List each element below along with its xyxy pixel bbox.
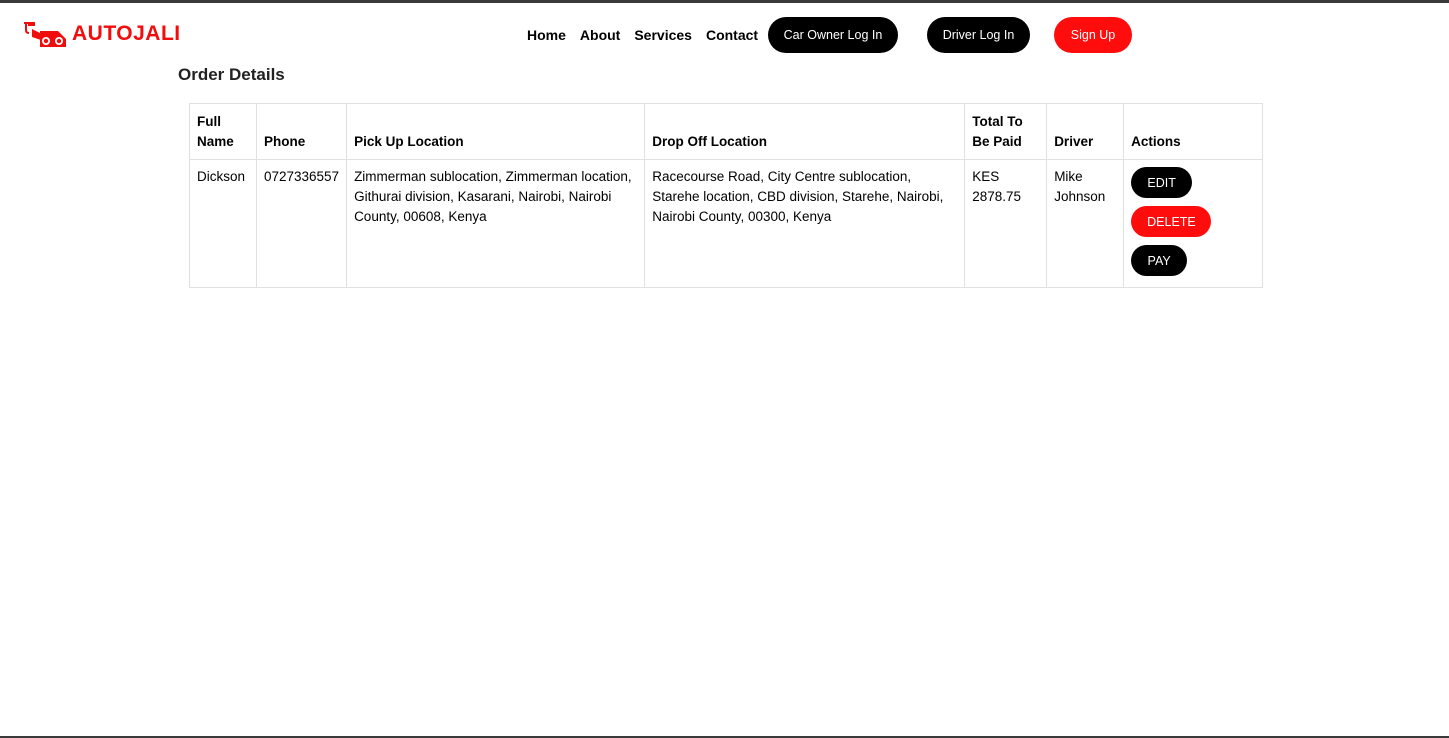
brand-name: AUTOJALI xyxy=(72,22,181,45)
cell-actions: EDIT DELETE PAY xyxy=(1123,159,1263,288)
main-nav: Home About Services Contact xyxy=(527,27,758,43)
delete-button[interactable]: DELETE xyxy=(1131,206,1212,237)
nav-contact[interactable]: Contact xyxy=(706,27,758,43)
header-phone: Phone xyxy=(255,103,348,160)
driver-login-button[interactable]: Driver Log In xyxy=(927,17,1030,53)
table-header-row: Full Name Phone Pick Up Location Drop Of… xyxy=(189,103,1263,160)
cell-total: KES 2878.75 xyxy=(964,159,1048,288)
header-full-name: Full Name xyxy=(189,103,257,160)
brand-logo[interactable]: AUTOJALI xyxy=(22,19,181,49)
table-row: Dickson 0727336557 Zimmerman sublocation… xyxy=(189,159,1263,288)
car-owner-login-button[interactable]: Car Owner Log In xyxy=(768,17,898,53)
header-driver: Driver xyxy=(1046,103,1125,160)
cell-dropoff-location: Racecourse Road, City Centre sublocation… xyxy=(644,159,966,288)
cell-phone: 0727336557 xyxy=(255,159,348,288)
page: AUTOJALI Home About Services Contact Car… xyxy=(0,0,1449,738)
tow-truck-icon xyxy=(22,19,68,49)
cell-driver: Mike Johnson xyxy=(1046,159,1125,288)
row-actions: EDIT DELETE PAY xyxy=(1131,167,1255,280)
header-actions: Actions xyxy=(1123,103,1263,160)
cell-pickup-location: Zimmerman sublocation, Zimmerman locatio… xyxy=(346,159,646,288)
header-total: Total To Be Paid xyxy=(964,103,1048,160)
cell-full-name: Dickson xyxy=(189,159,257,288)
edit-button[interactable]: EDIT xyxy=(1131,167,1193,198)
orders-table: Full Name Phone Pick Up Location Drop Of… xyxy=(189,103,1263,288)
sign-up-button[interactable]: Sign Up xyxy=(1054,17,1132,53)
nav-about[interactable]: About xyxy=(580,27,620,43)
header-dropoff-location: Drop Off Location xyxy=(644,103,966,160)
page-title: Order Details xyxy=(178,65,285,84)
pay-button[interactable]: PAY xyxy=(1131,245,1188,276)
nav-services[interactable]: Services xyxy=(634,27,692,43)
nav-home[interactable]: Home xyxy=(527,27,566,43)
header-pickup-location: Pick Up Location xyxy=(346,103,646,160)
